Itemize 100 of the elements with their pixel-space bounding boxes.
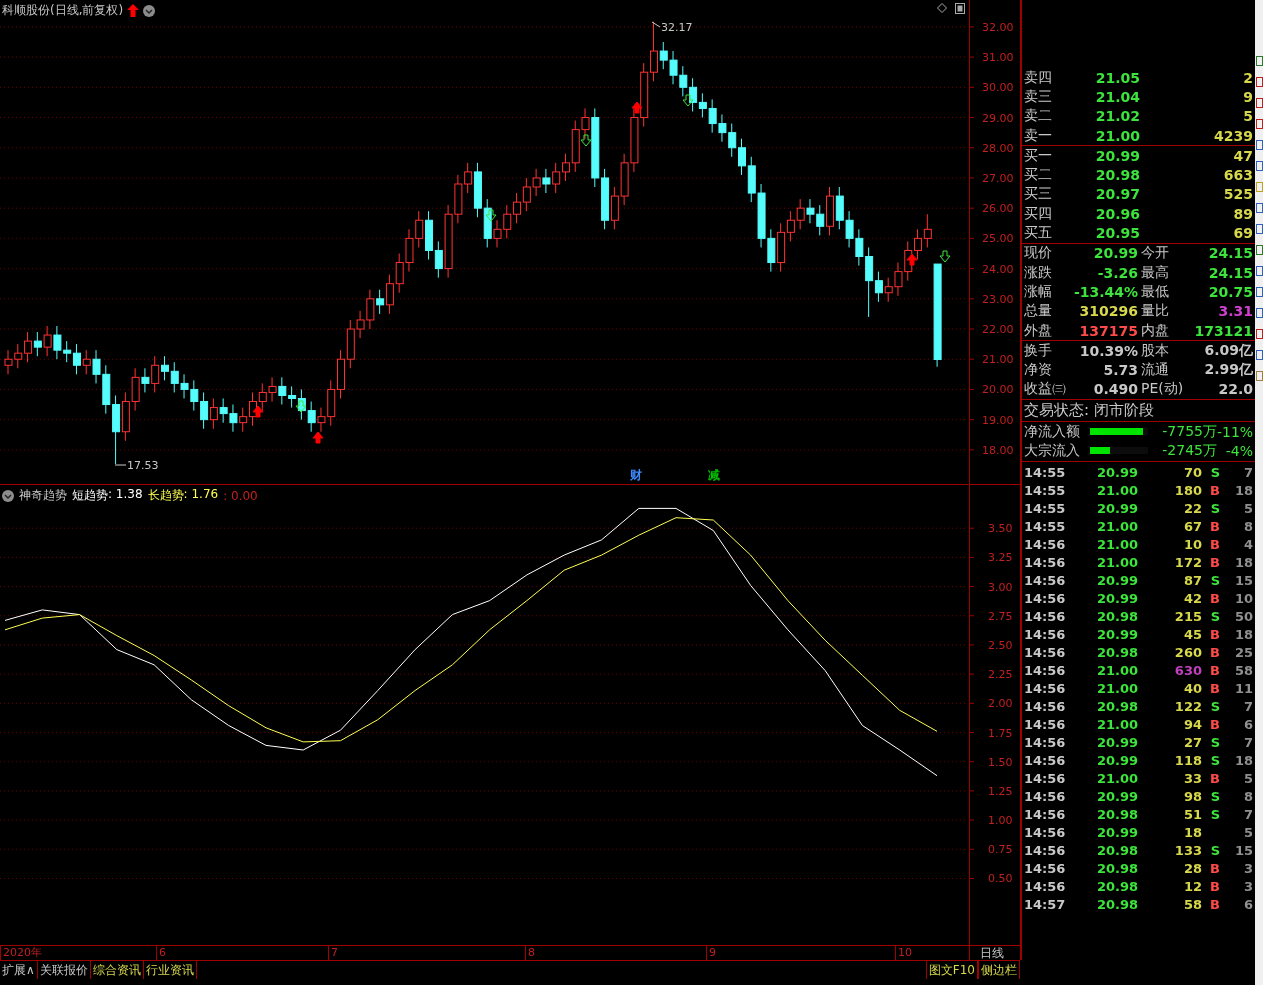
toolbar-icon[interactable] <box>1255 287 1263 297</box>
event-mark[interactable]: 财 <box>630 468 642 482</box>
toolbar-icon[interactable] <box>1255 308 1263 318</box>
toolbar-icon[interactable] <box>1255 119 1263 129</box>
toolbar-icon[interactable] <box>1255 371 1263 381</box>
candlestick <box>160 355 169 381</box>
tick-side: S <box>1209 501 1220 517</box>
price-axis-label: 29.00 <box>982 111 1014 125</box>
candlestick <box>513 192 522 224</box>
indicator-axis-label: 1.50 <box>988 755 1013 769</box>
tick-count: 4 <box>1242 537 1253 553</box>
diamond-icon[interactable] <box>937 3 947 13</box>
toolbar-icon[interactable] <box>1255 245 1263 255</box>
flow-label: 净流入额 <box>1024 422 1081 441</box>
order-price: 20.97 <box>1094 186 1140 203</box>
quote-value: 5.73 <box>1102 362 1138 379</box>
event-mark[interactable]: 减 <box>708 468 720 482</box>
order-level-label: 买五 <box>1024 224 1053 242</box>
toolbar-icon[interactable] <box>1255 98 1263 108</box>
down-arrow-icon <box>580 134 592 147</box>
quote-value: 6.09亿 <box>1203 341 1253 360</box>
chevron-down-icon[interactable] <box>2 489 14 502</box>
toolbar-icon[interactable] <box>1255 350 1263 360</box>
quote-value: -13.44% <box>1072 283 1138 300</box>
flow-amount: -7755万 <box>1161 422 1217 441</box>
indicator-axis-label: 2.75 <box>988 609 1013 623</box>
tick-price: 20.98 <box>1095 843 1138 859</box>
leader-line <box>114 464 127 466</box>
candlestick <box>200 391 209 430</box>
bottom-tab[interactable]: 综合资讯 <box>90 961 144 979</box>
tick-side: S <box>1209 753 1220 769</box>
candlestick <box>239 407 248 433</box>
indicator-axis-label: 2.00 <box>988 697 1013 711</box>
quote-label: 量比 <box>1140 302 1170 321</box>
toolbar-icon[interactable] <box>1255 203 1263 213</box>
chevron-down-icon[interactable] <box>143 4 156 17</box>
order-volume: 2 <box>1242 69 1253 86</box>
tick-time: 14:56 <box>1024 771 1067 787</box>
bottom-tab[interactable]: 侧边栏 <box>978 961 1020 979</box>
toolbar-icon[interactable] <box>1255 161 1263 171</box>
indicator-axis-label: 0.75 <box>988 843 1013 857</box>
bottom-tab[interactable]: 图文F10 <box>925 961 978 979</box>
candlestick <box>874 271 883 303</box>
up-arrow-icon[interactable] <box>127 4 140 17</box>
bottom-tab[interactable]: 关联报价 <box>37 961 91 979</box>
tick-volume: 94 <box>1182 717 1202 733</box>
toolbar-icon[interactable] <box>1255 77 1263 87</box>
period-label[interactable]: 日线 <box>970 946 1004 960</box>
tick-count: 6 <box>1242 897 1253 913</box>
candlestick <box>24 331 33 363</box>
toolbar-icon[interactable] <box>1255 329 1263 339</box>
indicator-name: 神奇趋势 <box>19 487 67 504</box>
tick-count: 11 <box>1233 681 1253 697</box>
quote-label: 涨跌 <box>1024 263 1053 282</box>
quote-value: 173121 <box>1193 322 1253 339</box>
tick-volume: 215 <box>1173 609 1202 625</box>
toolbar-icon[interactable] <box>1255 140 1263 150</box>
tick-count: 7 <box>1242 735 1253 751</box>
tick-side: S <box>1209 609 1220 625</box>
trade-status: 交易状态: 闭市阶段 <box>1024 401 1154 420</box>
tick-volume: 180 <box>1173 483 1202 499</box>
down-arrow-icon <box>939 250 951 263</box>
date-axis-label: 9 <box>706 946 716 960</box>
legend-value: : 1.38 <box>108 487 143 503</box>
quote-label: 现价 <box>1024 244 1053 263</box>
tick-side: B <box>1209 861 1220 877</box>
tick-side: B <box>1209 483 1220 499</box>
toolbar-icon[interactable] <box>1255 56 1263 66</box>
indicator-axis-label: 3.50 <box>988 522 1013 536</box>
tick-price: 20.98 <box>1095 807 1138 823</box>
quote-value: 24.15 <box>1207 264 1253 281</box>
order-level-label: 买二 <box>1024 166 1053 185</box>
quote-label: 净资 <box>1024 361 1053 380</box>
candlestick <box>288 385 297 409</box>
toolbar-icon[interactable] <box>1255 224 1263 234</box>
order-level-label: 卖二 <box>1024 107 1053 126</box>
down-arrow-icon <box>485 209 497 222</box>
quote-label: 今开 <box>1140 244 1170 263</box>
tick-volume: 12 <box>1182 879 1202 895</box>
tick-count: 5 <box>1242 825 1253 841</box>
tick-price: 20.98 <box>1095 861 1138 877</box>
candlestick <box>33 331 42 357</box>
quote-value: 10.39% <box>1078 342 1138 359</box>
bottom-tab[interactable]: 扩展∧ <box>0 961 38 979</box>
tick-count: 50 <box>1233 609 1253 625</box>
tick-side: S <box>1209 789 1220 805</box>
order-price: 20.95 <box>1094 225 1140 241</box>
order-level-label: 卖三 <box>1024 87 1053 106</box>
window-icon[interactable] <box>955 3 965 14</box>
tick-volume: 67 <box>1182 519 1202 535</box>
candlestick <box>141 367 150 393</box>
up-arrow-icon <box>631 101 643 114</box>
toolbar-icon[interactable] <box>1255 266 1263 276</box>
quote-label: 最低 <box>1140 282 1170 301</box>
order-price: 21.02 <box>1094 108 1140 125</box>
tick-count: 6 <box>1242 717 1253 733</box>
bottom-tab[interactable]: 行业资讯 <box>143 961 197 979</box>
order-price: 20.96 <box>1094 205 1140 222</box>
tick-count: 15 <box>1233 573 1253 589</box>
tick-side: B <box>1209 681 1220 697</box>
